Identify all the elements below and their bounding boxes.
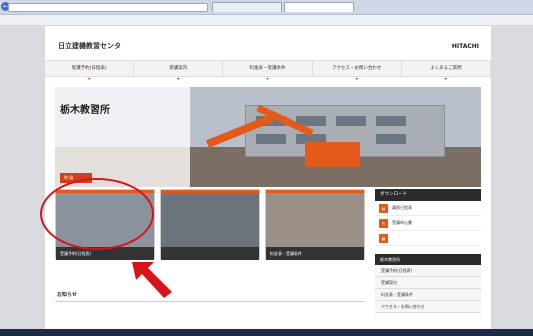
excavator-body-image xyxy=(305,142,360,167)
taskbar xyxy=(0,329,533,336)
nav-item-reservation[interactable]: 受講予約(日程表) ▾ xyxy=(45,61,135,81)
guide-icon: ▦ xyxy=(379,233,388,243)
chevron-down-icon: ▾ xyxy=(88,76,91,81)
download-application[interactable]: ✎ 受講申込書 xyxy=(375,216,481,231)
site-brand[interactable]: 日立建機教習センタ xyxy=(58,41,121,51)
calculator-image xyxy=(266,193,364,247)
card-caption: 料金表・受講条件 xyxy=(266,247,364,260)
card-fees[interactable]: 料金表・受講条件 xyxy=(265,189,365,260)
hitachi-logo: HITACHI xyxy=(451,43,479,50)
document-icon: ▤ xyxy=(379,203,388,213)
download-schedule[interactable]: ▤ 講習日程表 xyxy=(375,201,481,216)
nav-item-fees[interactable]: 料金表・受講条件 ▾ xyxy=(223,61,313,81)
sidebar: ダウンロード ▤ 講習日程表 ✎ 受講申込書 ▦ 栃木教習所 受講予約(日程表) 受… xyxy=(375,189,481,329)
global-nav: 受講予約(日程表) ▾ 受講案内 ▾ 料金表・受講条件 ▾ アクセス・お問い合わせ ▾ … xyxy=(45,60,491,81)
card-procedure[interactable] xyxy=(160,189,260,260)
nav-item-faq[interactable]: よくあるご質問 ▾ xyxy=(402,61,491,81)
news-item[interactable] xyxy=(57,307,63,312)
side-link-access[interactable]: アクセス・お問い合わせ xyxy=(375,301,481,313)
chevron-down-icon: ▾ xyxy=(355,76,358,81)
chevron-down-icon: ▾ xyxy=(266,76,269,81)
annotation-arrow-icon xyxy=(132,262,172,298)
download-title: ダウンロード xyxy=(375,189,481,201)
news-title: お知らせ xyxy=(55,291,365,302)
annotation-circle xyxy=(40,178,154,250)
form-icon: ✎ xyxy=(379,218,388,228)
nav-item-access[interactable]: アクセス・お問い合わせ ▾ xyxy=(313,61,402,81)
side-link-guide[interactable]: 受講案内 xyxy=(375,277,481,289)
download-guide[interactable]: ▦ xyxy=(375,231,481,246)
browser-tab[interactable] xyxy=(212,2,282,12)
chevron-down-icon: ▾ xyxy=(177,76,180,81)
browser-chrome: ← xyxy=(0,0,533,26)
hero-info-panel: 栃木教習所 地 図 xyxy=(55,87,190,187)
side-link-reservation[interactable]: 受講予約(日程表) xyxy=(375,265,481,277)
browser-tab-active[interactable] xyxy=(284,2,354,12)
computer-mouse-image xyxy=(161,193,259,247)
nav-item-guide[interactable]: 受講案内 ▾ xyxy=(134,61,224,81)
hero-title: 栃木教習所 xyxy=(60,105,110,116)
bookmarks-bar xyxy=(0,14,533,25)
chevron-down-icon: ▾ xyxy=(444,76,447,81)
hero-banner: 栃木教習所 地 図 xyxy=(55,87,481,187)
side-link-fees[interactable]: 料金表・受講条件 xyxy=(375,289,481,301)
address-bar[interactable] xyxy=(8,3,208,12)
section-title: 栃木教習所 xyxy=(375,254,481,265)
